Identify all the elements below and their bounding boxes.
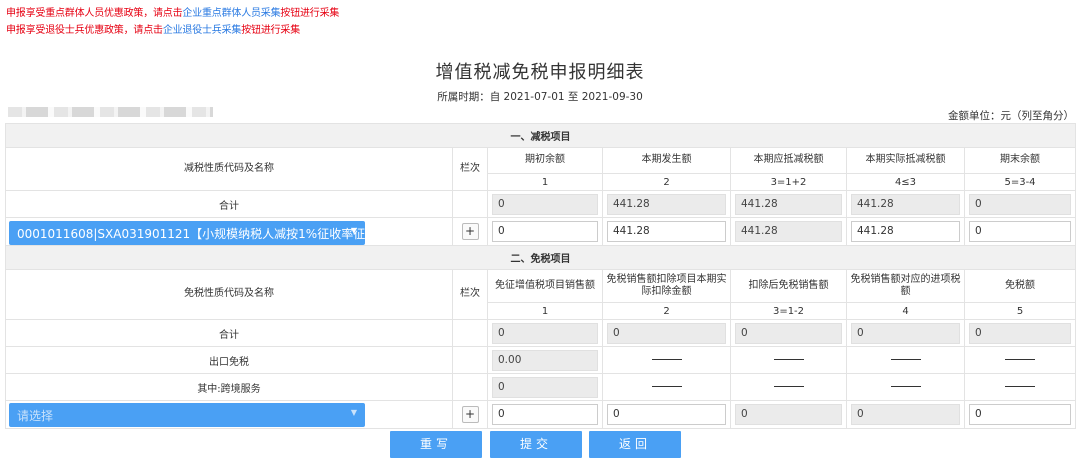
- exemption-net-sales-field: 0: [735, 404, 842, 425]
- col-header: 免税销售额对应的进项税额: [846, 269, 965, 303]
- col-number: 4≤3: [846, 173, 965, 191]
- reset-button[interactable]: 重写: [390, 431, 482, 458]
- col-number: 4: [846, 302, 965, 320]
- notice-text: 申报享受重点群体人员优惠政策，请点击: [6, 8, 183, 19]
- col-number: 3=1-2: [730, 302, 847, 320]
- key-groups-collect-link[interactable]: 企业重点群体人员采集: [182, 8, 280, 19]
- dash-placeholder: [773, 386, 804, 387]
- exemption-total-deduction: 0: [607, 322, 726, 344]
- exemption-sales-input[interactable]: 0: [492, 404, 598, 425]
- exemption-deduction-input[interactable]: 0: [607, 404, 726, 425]
- redacted-taxpayer-info: [8, 107, 213, 117]
- amount-unit: 金额单位：元（列至角分）: [948, 110, 1074, 122]
- col-number: 3=1+2: [730, 173, 847, 191]
- dash-placeholder: [1005, 386, 1036, 387]
- dash-placeholder: [890, 386, 921, 387]
- section-exemption-title: 二、免税项目: [4, 245, 1077, 270]
- col-header: 免税额: [963, 269, 1077, 303]
- col-number: 5: [963, 302, 1077, 320]
- reduction-closing-input[interactable]: 0: [969, 221, 1072, 242]
- dash-placeholder: [1005, 359, 1036, 360]
- notice-text: 申报享受退役士兵优惠政策，请点击: [6, 25, 163, 36]
- reduction-total-current: 441.28: [607, 193, 726, 215]
- col-header: 免税销售额扣除项目本期实际扣除金额: [602, 269, 731, 303]
- cross-border-label: 其中:跨境服务: [5, 373, 453, 401]
- reduction-total-actual: 441.28: [851, 193, 960, 215]
- exemption-total-label: 合计: [5, 319, 453, 347]
- veterans-collect-link[interactable]: 企业退役士兵采集: [163, 25, 242, 36]
- exemption-total-input-tax: 0: [851, 322, 960, 344]
- reduction-name-header: 减税性质代码及名称: [5, 147, 453, 191]
- relief-detail-table: 一、减税项目 减税性质代码及名称 栏次 期初余额 本期发生额 本期应抵减税额 本…: [4, 123, 1077, 429]
- notice-text-tail: 按钮进行采集: [241, 25, 301, 36]
- dash-placeholder: [773, 359, 804, 360]
- reduction-deductible-field: 441.28: [735, 221, 842, 242]
- reduction-total-closing: 0: [969, 193, 1072, 215]
- dash-placeholder: [651, 386, 682, 387]
- reduction-opening-input[interactable]: 0: [492, 221, 598, 242]
- col-header: 期末余额: [963, 147, 1077, 174]
- exemption-code-select[interactable]: 请选择 ▼: [9, 403, 365, 427]
- line-no-header: 栏次: [452, 269, 488, 320]
- col-number: 2: [602, 173, 731, 191]
- reduction-current-input[interactable]: 441.28: [607, 221, 726, 242]
- exemption-name-header: 免税性质代码及名称: [5, 269, 453, 320]
- line-no-header: 栏次: [452, 147, 488, 191]
- reduction-total-deductible: 441.28: [735, 193, 842, 215]
- col-header: 免征增值税项目销售额: [487, 269, 603, 303]
- back-button[interactable]: 返回: [589, 431, 681, 458]
- col-header: 本期实际抵减税额: [846, 147, 965, 174]
- reduction-total-label: 合计: [5, 190, 453, 218]
- add-reduction-row-button[interactable]: +: [461, 223, 479, 240]
- cross-border-sales: 0: [492, 376, 598, 398]
- chevron-down-icon: ▼: [350, 408, 357, 417]
- notice-key-groups: 申报享受重点群体人员优惠政策，请点击企业重点群体人员采集按钮进行采集: [6, 4, 339, 19]
- chevron-down-icon: ▼: [350, 226, 357, 235]
- col-number: 5=3-4: [963, 173, 1077, 191]
- page-title: 增值税减免税申报明细表: [435, 62, 645, 83]
- reduction-code-select[interactable]: 0001011608|SXA031901121【小规模纳税人减按1%征收率征收 …: [9, 221, 365, 245]
- tax-period: 所属时期：自 2021-07-01 至 2021-09-30: [437, 91, 643, 103]
- notice-veterans: 申报享受退役士兵优惠政策，请点击企业退役士兵采集按钮进行采集: [6, 21, 300, 36]
- exemption-input-tax-field: 0: [851, 404, 960, 425]
- exemption-code-placeholder: 请选择: [17, 409, 54, 423]
- col-header: 本期应抵减税额: [730, 147, 847, 174]
- exemption-amount-input[interactable]: 0: [969, 404, 1072, 425]
- export-exempt-label: 出口免税: [5, 346, 453, 374]
- col-header: 本期发生额: [602, 147, 731, 174]
- reduction-actual-input[interactable]: 441.28: [851, 221, 960, 242]
- exemption-total-sales: 0: [492, 322, 598, 344]
- col-header: 期初余额: [487, 147, 603, 174]
- col-number: 1: [487, 302, 603, 320]
- dash-placeholder: [890, 359, 921, 360]
- col-number: 1: [487, 173, 603, 191]
- section-reduction-title: 一、减税项目: [4, 123, 1077, 148]
- dash-placeholder: [651, 359, 682, 360]
- col-number: 2: [602, 302, 731, 320]
- add-exemption-row-button[interactable]: +: [461, 406, 479, 423]
- exemption-total-net-sales: 0: [735, 322, 842, 344]
- export-exempt-sales: 0.00: [492, 349, 598, 371]
- col-header: 扣除后免税销售额: [730, 269, 847, 303]
- reduction-code-value: 0001011608|SXA031901121【小规模纳税人减按1%征收率征收: [17, 227, 365, 241]
- exemption-total-amount: 0: [969, 322, 1072, 344]
- reduction-total-opening: 0: [492, 193, 598, 215]
- submit-button[interactable]: 提交: [490, 431, 582, 458]
- notice-text-tail: 按钮进行采集: [280, 8, 340, 19]
